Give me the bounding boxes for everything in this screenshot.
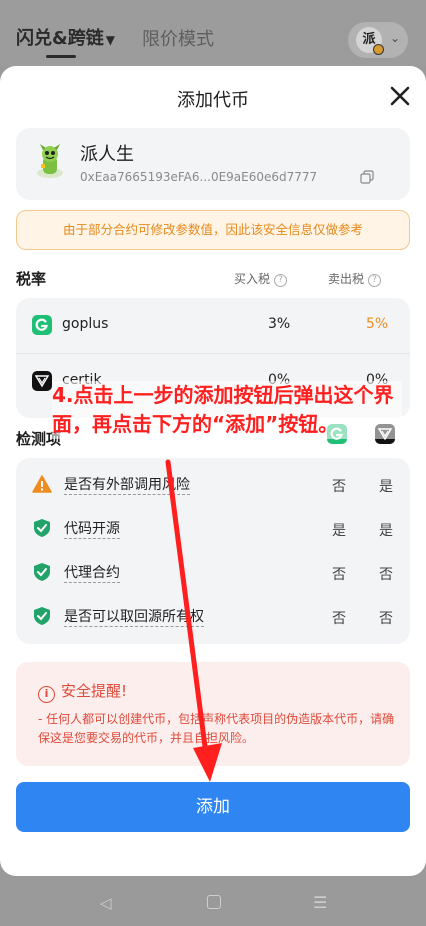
shield-check-icon (34, 563, 50, 581)
warning-title: i 安全提醒! (38, 680, 127, 703)
modal-title: 添加代币 (177, 90, 249, 111)
table-row: 是否可以取回源所有权 否 否 (16, 594, 410, 638)
goplus-result: 否 (332, 567, 346, 583)
menu-icon[interactable]: ☰ (313, 893, 327, 912)
token-name: 派人生 (80, 144, 134, 165)
provider-name: goplus (62, 316, 109, 332)
chevron-down-icon: ⌄ (390, 31, 401, 45)
certik-result: 否 (379, 567, 393, 583)
buy-tax-header: 买入税? (234, 270, 288, 287)
security-warning: i 安全提醒! - 任何人都可以创建代币，包括声称代表项目的伪造版本代币，请确保这… (16, 662, 410, 766)
add-token-modal: 添加代币 派人生 0xEaa7665193eFA6...0E9aE60e6d77… (0, 66, 426, 876)
sell-tax-value: 5% (366, 316, 389, 332)
goplus-result: 是 (332, 523, 346, 539)
help-icon[interactable]: ? (274, 274, 288, 287)
tab-limit-mode[interactable]: 限价模式 (142, 25, 214, 51)
detection-table: 是否有外部调用风险 否 是 代码开源 是 是 代理合约 否 否 是否可以取回源所… (16, 458, 410, 644)
goplus-logo-icon (32, 315, 52, 335)
goplus-result: 否 (332, 479, 346, 495)
background-app-header: 闪兑&跨链 ▼ 限价模式 派 ⌄ (0, 0, 426, 66)
close-button[interactable] (386, 82, 414, 110)
token-logo-icon (37, 144, 63, 178)
shield-check-icon (34, 607, 50, 625)
sell-tax-header: 卖出税? (328, 270, 382, 287)
check-label[interactable]: 是否有外部调用风险 (64, 476, 190, 495)
table-row: 是否有外部调用风险 否 是 (16, 462, 410, 506)
certik-result: 是 (379, 523, 393, 539)
add-button[interactable]: 添加 (16, 782, 410, 832)
token-address: 0xEaa7665193eFA6...0E9aE60e6d7777 (80, 170, 318, 184)
buy-tax-value: 3% (268, 316, 291, 332)
certik-result: 否 (379, 611, 393, 627)
token-card: 派人生 0xEaa7665193eFA6...0E9aE60e6d7777 (16, 128, 410, 200)
check-label[interactable]: 代码开源 (64, 520, 120, 539)
tutorial-annotation: 4.点击上一步的添加按钮后弹出这个界面，再点击下方的“添加”按钮。 (52, 381, 402, 439)
network-badge-icon (373, 44, 384, 55)
home-icon[interactable] (207, 895, 221, 909)
avatar: 派 (356, 27, 384, 55)
system-nav-bar: ◁ ☰ (0, 876, 426, 926)
check-label[interactable]: 是否可以取回源所有权 (64, 608, 204, 627)
table-row: 代理合约 否 否 (16, 550, 410, 594)
table-row: 代码开源 是 是 (16, 506, 410, 550)
goplus-result: 否 (332, 611, 346, 627)
caret-down-icon: ▼ (105, 33, 115, 47)
close-icon (390, 86, 410, 106)
check-label[interactable]: 代理合约 (64, 564, 120, 583)
reference-notice: 由于部分合约可修改参数值，因此该安全信息仅做参考 (16, 210, 410, 250)
tab-swap-bridge[interactable]: 闪兑&跨链 ▼ (16, 24, 115, 50)
warning-body: - 任何人都可以创建代币，包括声称代表项目的伪造版本代币，请确保这是您要交易的代… (38, 712, 395, 745)
back-icon[interactable]: ◁ (100, 894, 112, 912)
tax-section-label: 税率 (16, 270, 47, 288)
help-icon[interactable]: ? (368, 274, 382, 287)
shield-check-icon (34, 519, 50, 537)
info-icon: i (38, 686, 55, 703)
warning-triangle-icon (32, 475, 52, 493)
active-tab-indicator (46, 55, 76, 58)
table-row: goplus 3% 5% (16, 298, 410, 354)
certik-logo-icon (32, 371, 52, 391)
copy-icon[interactable] (360, 170, 374, 184)
certik-result: 是 (379, 479, 393, 495)
